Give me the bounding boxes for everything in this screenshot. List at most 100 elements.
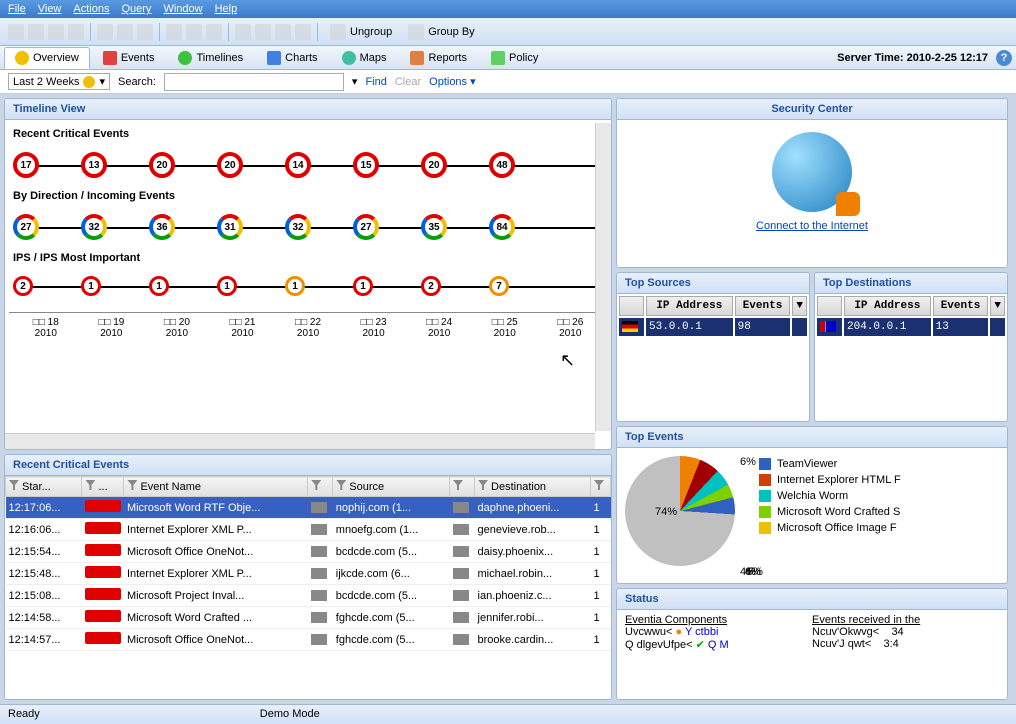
table-row[interactable]: 12:14:58...Microsoft Word Crafted ...fgh… — [6, 607, 611, 629]
timeline-node[interactable]: 32 — [285, 214, 311, 240]
timeline-node[interactable]: 1 — [217, 276, 237, 296]
menu-view[interactable]: View — [38, 3, 62, 15]
timeline-node[interactable]: 20 — [149, 152, 175, 178]
find-button[interactable]: Find — [365, 76, 386, 88]
timeline-node[interactable]: 17 — [13, 152, 39, 178]
column-header[interactable]: Destination — [475, 477, 591, 497]
stop-icon[interactable] — [206, 24, 222, 40]
groupby-button[interactable]: Group By — [402, 22, 480, 42]
tab-overview[interactable]: Overview — [4, 47, 90, 69]
table-row[interactable]: 53.0.0.198 — [619, 318, 807, 336]
clear-button[interactable]: Clear — [395, 76, 421, 88]
timeline-node[interactable]: 27 — [353, 214, 379, 240]
scrollbar-vertical[interactable] — [595, 123, 611, 431]
menu-query[interactable]: Query — [121, 3, 151, 15]
table-row[interactable]: 12:16:06...Internet Explorer XML P...mno… — [6, 519, 611, 541]
timeline-node[interactable]: 48 — [489, 152, 515, 178]
timeline-node[interactable]: 14 — [285, 152, 311, 178]
reload-icon[interactable] — [255, 24, 271, 40]
table-row[interactable]: 12:14:57...Microsoft Office OneNot...fgh… — [6, 629, 611, 651]
help-icon[interactable]: ? — [996, 50, 1012, 66]
tab-timelines[interactable]: Timelines — [167, 47, 254, 68]
recent-events-title: Recent Critical Events — [5, 455, 611, 476]
ungroup-button[interactable]: Ungroup — [324, 22, 398, 42]
timeline-node[interactable]: 13 — [81, 152, 107, 178]
column-header[interactable] — [450, 477, 475, 497]
chart-icon[interactable] — [166, 24, 182, 40]
legend-item: Microsoft Word Crafted S — [759, 504, 901, 520]
column-header[interactable]: ... — [82, 477, 124, 497]
back-icon[interactable] — [28, 24, 44, 40]
status-title: Status — [617, 589, 1007, 610]
security-center-title: Security Center — [617, 99, 1007, 120]
reports-icon — [410, 51, 424, 65]
axis-label: □□ 202010 — [144, 317, 210, 339]
timeline-node[interactable]: 7 — [489, 276, 509, 296]
timeline-node[interactable]: 20 — [217, 152, 243, 178]
timeline-node[interactable]: 32 — [81, 214, 107, 240]
up-icon[interactable] — [68, 24, 84, 40]
menu-help[interactable]: Help — [215, 3, 238, 15]
timeline-node[interactable]: 2 — [13, 276, 33, 296]
time-range-dropdown[interactable]: Last 2 Weeks ▾ — [8, 73, 110, 90]
options-dropdown[interactable]: Options ▾ — [429, 75, 476, 88]
timeline-node[interactable]: 20 — [421, 152, 447, 178]
refresh-icon[interactable] — [235, 24, 251, 40]
table-row[interactable]: 12:15:48...Internet Explorer XML P...ijk… — [6, 563, 611, 585]
timeline-node[interactable]: 27 — [13, 214, 39, 240]
timeline-node[interactable]: 1 — [149, 276, 169, 296]
top-events-panel: Top Events 74% 6% 6% 5% 4% 4% TeamViewer… — [616, 426, 1008, 584]
copy-icon[interactable] — [97, 24, 113, 40]
timeline-node[interactable]: 1 — [353, 276, 373, 296]
events-table: Star......Event Name Source Destination 12… — [5, 476, 611, 651]
table-row[interactable]: 12:15:08...Microsoft Project Inval...bcd… — [6, 585, 611, 607]
scrollbar-horizontal[interactable] — [5, 433, 595, 449]
tab-policy[interactable]: Policy — [480, 47, 549, 68]
save-icon[interactable] — [295, 24, 311, 40]
legend-item: Microsoft Office Image F — [759, 520, 901, 536]
timeline-node[interactable]: 1 — [81, 276, 101, 296]
timelines-icon — [178, 51, 192, 65]
table-row[interactable]: 12:17:06...Microsoft Word RTF Obje...nop… — [6, 497, 611, 519]
column-header[interactable] — [308, 477, 333, 497]
component-link[interactable]: Q M — [708, 639, 729, 651]
legend-item: Internet Explorer HTML F — [759, 472, 901, 488]
component-link[interactable]: Y ctbbi — [685, 626, 718, 638]
tab-charts[interactable]: Charts — [256, 47, 328, 68]
ok-icon: ✔ — [696, 639, 705, 651]
timeline-node[interactable]: 35 — [421, 214, 447, 240]
search-input[interactable] — [164, 73, 344, 91]
column-header[interactable]: Source — [333, 477, 450, 497]
menu-file[interactable]: File — [8, 3, 26, 15]
menu-window[interactable]: Window — [163, 3, 202, 15]
tab-maps[interactable]: Maps — [331, 47, 398, 68]
globe-icon[interactable] — [275, 24, 291, 40]
groupby-icon — [408, 24, 424, 40]
clock-icon — [83, 76, 95, 88]
timeline-node[interactable]: 15 — [353, 152, 379, 178]
column-header[interactable]: Star... — [6, 477, 82, 497]
table-row[interactable]: 12:15:54...Microsoft Office OneNot...bcd… — [6, 541, 611, 563]
search-dropdown-icon[interactable]: ▾ — [352, 75, 358, 88]
forward-icon[interactable] — [48, 24, 64, 40]
table-row[interactable]: 204.0.0.113 — [817, 318, 1005, 336]
tab-events[interactable]: Events — [92, 47, 166, 68]
pie-icon[interactable] — [186, 24, 202, 40]
new-icon[interactable] — [8, 24, 24, 40]
top-sources-title: Top Sources — [617, 273, 809, 294]
tab-reports[interactable]: Reports — [399, 47, 478, 68]
timeline-node[interactable]: 36 — [149, 214, 175, 240]
legend-item: TeamViewer — [759, 456, 901, 472]
menu-actions[interactable]: Actions — [73, 3, 109, 15]
timeline-node[interactable]: 1 — [285, 276, 305, 296]
connect-internet-link[interactable]: Connect to the Internet — [617, 220, 1007, 232]
column-header[interactable] — [591, 477, 611, 497]
timeline-node[interactable]: 31 — [217, 214, 243, 240]
timeline-node[interactable]: 2 — [421, 276, 441, 296]
tabbar: Overview Events Timelines Charts Maps Re… — [0, 46, 1016, 70]
column-header[interactable]: Event Name — [124, 477, 308, 497]
print-icon[interactable] — [137, 24, 153, 40]
timeline-node[interactable]: 84 — [489, 214, 515, 240]
timeline-section-1: Recent Critical Events — [9, 124, 607, 144]
paste-icon[interactable] — [117, 24, 133, 40]
